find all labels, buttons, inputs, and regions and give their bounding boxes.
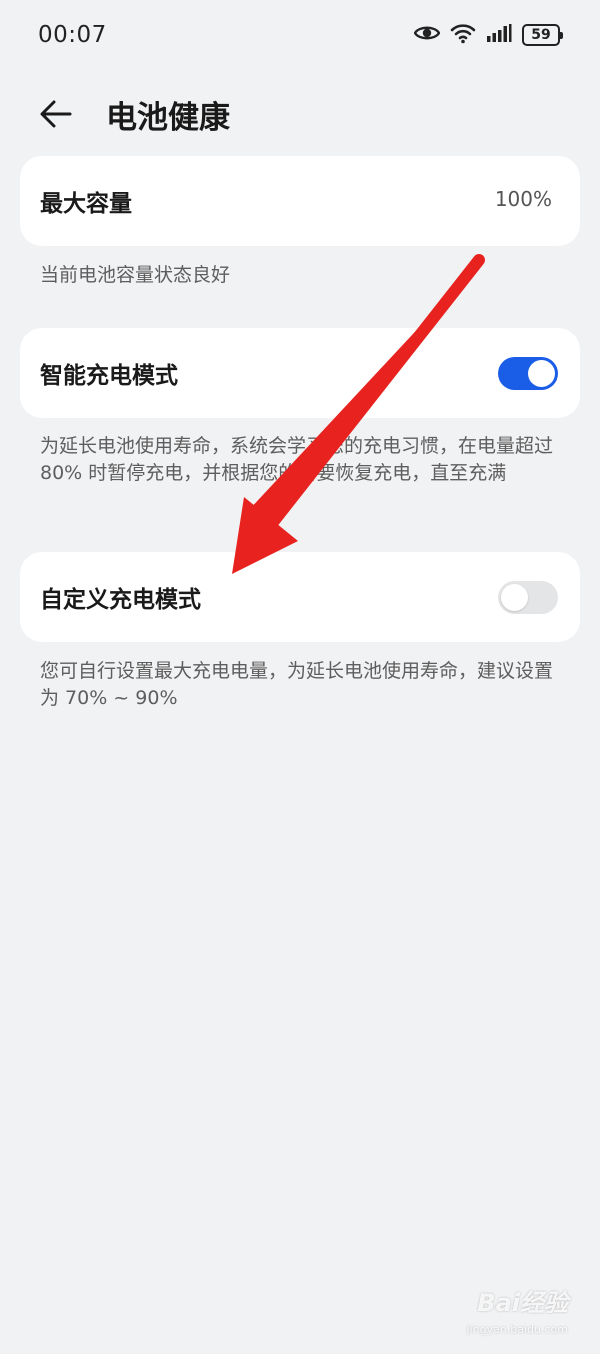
watermark-logo: Bai经验 [477,1283,568,1318]
signal-icon [486,23,512,47]
toggle-knob [501,584,528,611]
page-title: 电池健康 [106,100,230,136]
custom-charging-description: 您可自行设置最大充电电量，为延长电池使用寿命，建议设置为 70% ~ 90% [40,660,554,709]
back-arrow-icon[interactable] [36,94,76,134]
status-time: 00:07 [38,22,107,48]
max-capacity-value: 100% [494,187,552,211]
smart-charging-toggle[interactable] [498,357,558,390]
max-capacity-card: 最大容量 100% [20,156,580,246]
watermark-text: Bai经验 [477,1289,568,1317]
header: 电池健康 [0,76,600,152]
max-capacity-description: 当前电池容量状态良好 [40,264,231,286]
max-capacity-label: 最大容量 [40,191,132,217]
status-bar: 00:07 59 [0,0,600,76]
battery-level: 59 [531,27,551,43]
custom-charging-card[interactable]: 自定义充电模式 [20,552,580,642]
smart-charging-description: 为延长电池使用寿命，系统会学习您的充电习惯，在电量超过 80% 时暂停充电，并根… [40,435,554,484]
watermark-url: jingyan.baidu.com [466,1323,568,1336]
toggle-knob [528,360,555,387]
battery-icon: 59 [522,24,563,46]
wifi-icon [450,22,476,48]
status-icons: 59 [413,22,563,48]
custom-charging-label: 自定义充电模式 [40,587,201,613]
eye-icon [413,23,441,47]
smart-charging-label: 智能充电模式 [40,363,178,389]
smart-charging-card[interactable]: 智能充电模式 [20,328,580,418]
custom-charging-toggle[interactable] [498,581,558,614]
